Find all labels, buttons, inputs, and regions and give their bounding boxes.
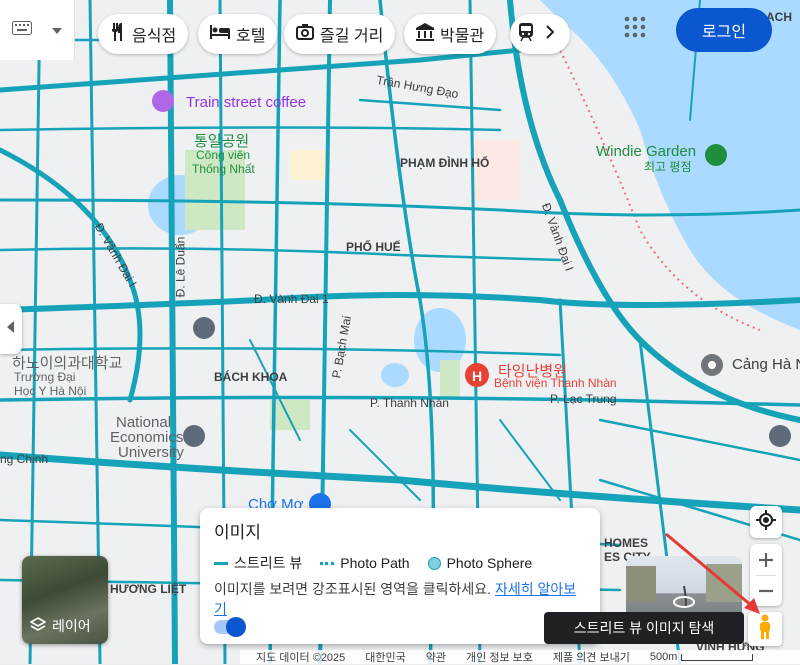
map-label: HƯƠNG LIỆT <box>110 582 187 596</box>
category-chip-hotels[interactable]: 호텔 <box>198 14 278 54</box>
park <box>470 140 520 200</box>
park <box>290 150 330 180</box>
map-label: P. Lạc Trung <box>550 392 617 406</box>
chip-label: 박물관 <box>440 28 485 45</box>
map-label: University <box>118 444 184 461</box>
chip-label: 즐길 거리 <box>320 28 384 45</box>
legend-photo-path: Photo Path <box>320 555 410 571</box>
description-text: 이미지를 보려면 강조표시된 영역을 클릭하세요. <box>214 581 492 597</box>
layers-label: 레이어 <box>52 618 91 634</box>
train-icon <box>518 22 534 46</box>
layers-icon <box>29 616 47 636</box>
chevron-right-icon[interactable] <box>546 24 555 44</box>
legend-street-view: 스트리트 뷰 <box>214 553 302 573</box>
toggle-knob <box>226 617 246 637</box>
category-chip-restaurants[interactable]: 음식점 <box>98 14 189 54</box>
input-tools-button[interactable] <box>0 0 75 60</box>
map-label: Bệnh viện Thanh Nhàn <box>494 376 617 390</box>
map-label: Đ. Vành Đai 1 <box>254 292 329 306</box>
solid-line-icon <box>214 561 228 565</box>
apps-grid-icon[interactable] <box>624 16 654 46</box>
map-label: Đ. Lê Duẩn <box>173 236 188 298</box>
map-data-credit: 지도 데이터 ©2025 <box>256 652 346 664</box>
legend-label: Photo Sphere <box>446 555 533 571</box>
cafe-marker <box>152 90 174 112</box>
chip-label: 음식점 <box>132 28 177 45</box>
svg-text:H: H <box>472 368 482 384</box>
map-label: ng Chinh <box>0 452 49 466</box>
map-label: 최고 평점 <box>644 160 692 174</box>
scale-bar <box>681 653 754 661</box>
chevron-down-icon[interactable] <box>52 21 62 39</box>
chevron-left-icon <box>7 320 15 338</box>
panel-title: 이미지 <box>214 523 261 542</box>
imagery-toggle[interactable] <box>214 617 246 637</box>
map-label: Thống Nhất <box>192 162 255 176</box>
map-label: Trường Đại <box>14 370 76 384</box>
legend-photo-sphere: Photo Sphere <box>427 555 533 571</box>
imagery-legend: 스트리트 뷰 Photo Path Photo Sphere <box>214 553 586 573</box>
museum-icon <box>416 22 434 46</box>
keyboard-icon <box>12 20 32 40</box>
country-link[interactable]: 대한민국 <box>365 649 405 665</box>
map-label: PHẠM ĐÌNH HỔ <box>400 156 490 170</box>
university-marker <box>769 425 791 447</box>
layers-button[interactable]: 레이어 <box>22 556 108 644</box>
map-label: BÁCH KHOA <box>214 370 288 384</box>
terms-link[interactable]: 약관 <box>426 649 446 665</box>
fork-knife-icon <box>110 22 126 46</box>
chip-label: 호텔 <box>236 28 266 45</box>
university-marker <box>193 317 215 339</box>
legend-label: Photo Path <box>340 555 410 571</box>
circle-icon <box>427 556 441 570</box>
map-label: PHỐ HUẾ <box>346 240 401 254</box>
imagery-panel: 이미지 스트리트 뷰 Photo Path Photo Sphere 이미지를 … <box>200 508 600 644</box>
map-label: P. Thanh Nhàn <box>370 396 449 410</box>
lake <box>381 363 409 387</box>
login-button[interactable]: 로그인 <box>676 8 772 52</box>
bed-icon <box>210 24 230 44</box>
legend-label: 스트리트 뷰 <box>234 555 303 571</box>
dotted-line-icon <box>320 561 335 565</box>
feedback-link[interactable]: 제품 의견 보내기 <box>553 649 630 665</box>
map-footer: 지도 데이터 ©2025 대한민국 약관 개인 정보 보호 제품 의견 보내기 … <box>240 650 800 664</box>
park <box>440 360 460 400</box>
category-chip-museums[interactable]: 박물관 <box>404 14 497 54</box>
scale-label: 500m <box>649 651 678 663</box>
map-label: Train street coffee <box>186 94 307 111</box>
park <box>270 400 310 430</box>
scale-indicator[interactable]: 500m <box>650 651 754 663</box>
red-arrow-icon <box>665 532 760 614</box>
category-chip-things-to-do[interactable]: 즐길 거리 <box>284 14 396 54</box>
map-label: Cảng Hà N <box>732 356 800 373</box>
map-label: Công viên <box>196 148 251 162</box>
park-marker <box>705 144 727 166</box>
category-chip-transit[interactable] <box>510 14 570 54</box>
map-label: HOMES <box>604 536 649 550</box>
panel-description: 이미지를 보려면 강조표시된 영역을 클릭하세요. 자세히 알아보기 <box>214 579 586 619</box>
university-marker <box>183 425 205 447</box>
camera-icon <box>296 23 314 45</box>
collapse-side-panel-button[interactable] <box>0 304 22 354</box>
map-label: Học Y Hà Nội <box>14 384 87 398</box>
privacy-link[interactable]: 개인 정보 보호 <box>466 649 533 665</box>
